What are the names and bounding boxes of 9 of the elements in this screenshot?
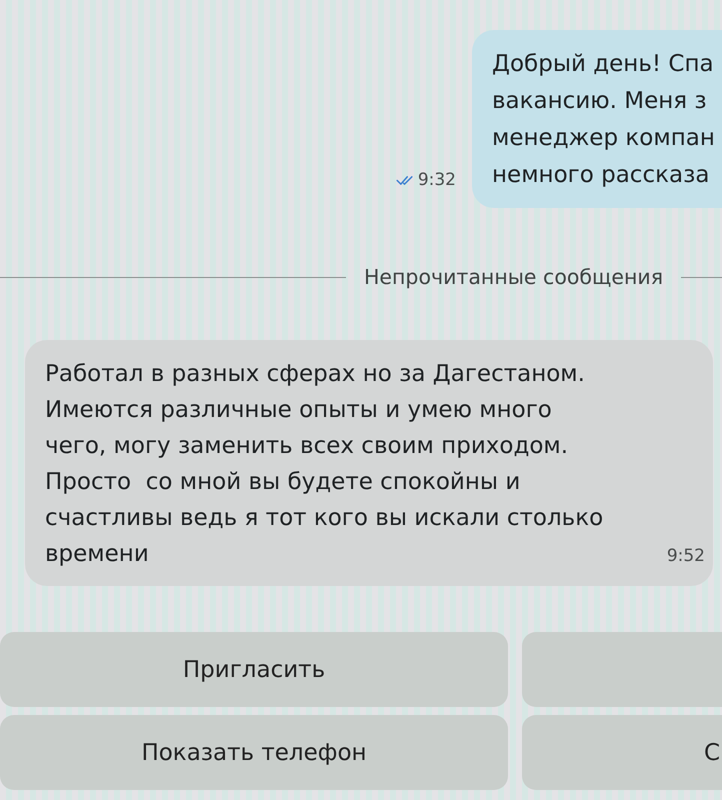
divider-label: Непрочитанные сообщения <box>364 265 664 289</box>
message-time: 9:32 <box>418 170 456 190</box>
message-text: Работал в разных сферах но за Дагестаном. Имеются различные опыты и умею много чего, могу заменить всех своим приходом. Просто со мной вы будете спокойны и счастливы ведь я тот кого вы искали столько времени <box>45 360 604 569</box>
message-text: Добрый день! Спа вакансию. Меня з менеджер компан немного рассказа <box>492 50 716 190</box>
action-button[interactable]: Показать телефон <box>0 715 508 790</box>
action-button[interactable] <box>522 632 722 707</box>
action-button[interactable]: С <box>522 715 722 790</box>
message-time: 9:52 <box>666 546 705 566</box>
action-button[interactable]: Пригласить <box>0 632 508 707</box>
